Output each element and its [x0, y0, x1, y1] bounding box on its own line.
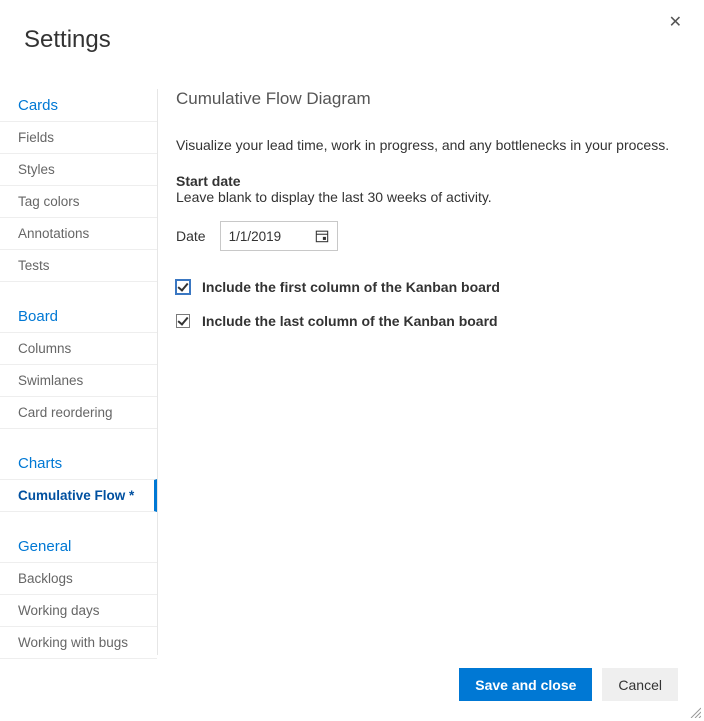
- sidebar-section-cards: Cards: [0, 89, 157, 122]
- start-date-hint: Leave blank to display the last 30 weeks…: [176, 189, 686, 205]
- sidebar-section-charts: Charts: [0, 447, 157, 480]
- sidebar-section-general: General: [0, 530, 157, 563]
- sidebar: Cards Fields Styles Tag colors Annotatio…: [0, 89, 158, 655]
- dialog-title: Settings: [0, 0, 704, 54]
- close-icon[interactable]: ✕: [669, 15, 682, 31]
- content-heading: Cumulative Flow Diagram: [176, 89, 686, 109]
- date-input[interactable]: 1/1/2019: [220, 221, 338, 251]
- sidebar-item-columns[interactable]: Columns: [0, 332, 157, 365]
- dialog-body: Cards Fields Styles Tag colors Annotatio…: [0, 54, 704, 655]
- include-last-row: Include the last column of the Kanban bo…: [176, 313, 686, 329]
- sidebar-item-tests[interactable]: Tests: [0, 249, 157, 282]
- sidebar-item-working-days[interactable]: Working days: [0, 594, 157, 627]
- include-first-checkbox[interactable]: [176, 280, 190, 294]
- sidebar-item-card-reordering[interactable]: Card reordering: [0, 396, 157, 429]
- content-description: Visualize your lead time, work in progre…: [176, 137, 686, 153]
- date-row: Date 1/1/2019: [176, 221, 686, 251]
- sidebar-item-fields[interactable]: Fields: [0, 121, 157, 154]
- sidebar-item-backlogs[interactable]: Backlogs: [0, 562, 157, 595]
- start-date-label: Start date: [176, 173, 686, 189]
- sidebar-item-swimlanes[interactable]: Swimlanes: [0, 364, 157, 397]
- settings-dialog: ✕ Settings Cards Fields Styles Tag color…: [0, 0, 704, 721]
- include-first-label: Include the first column of the Kanban b…: [202, 279, 500, 295]
- sidebar-section-board: Board: [0, 300, 157, 333]
- date-field-label: Date: [176, 228, 206, 244]
- include-first-row: Include the first column of the Kanban b…: [176, 279, 686, 295]
- dialog-footer: Save and close Cancel: [459, 668, 678, 701]
- sidebar-item-cumulative-flow[interactable]: Cumulative Flow *: [0, 479, 157, 512]
- include-last-checkbox[interactable]: [176, 314, 190, 328]
- calendar-icon[interactable]: [315, 229, 329, 243]
- save-and-close-button[interactable]: Save and close: [459, 668, 592, 701]
- sidebar-item-working-with-bugs[interactable]: Working with bugs: [0, 626, 157, 659]
- content-panel: Cumulative Flow Diagram Visualize your l…: [158, 89, 704, 655]
- sidebar-item-annotations[interactable]: Annotations: [0, 217, 157, 250]
- cancel-button[interactable]: Cancel: [602, 668, 678, 701]
- resize-grip-icon[interactable]: [689, 706, 701, 718]
- date-value: 1/1/2019: [229, 229, 282, 244]
- sidebar-item-styles[interactable]: Styles: [0, 153, 157, 186]
- sidebar-item-tag-colors[interactable]: Tag colors: [0, 185, 157, 218]
- include-last-label: Include the last column of the Kanban bo…: [202, 313, 498, 329]
